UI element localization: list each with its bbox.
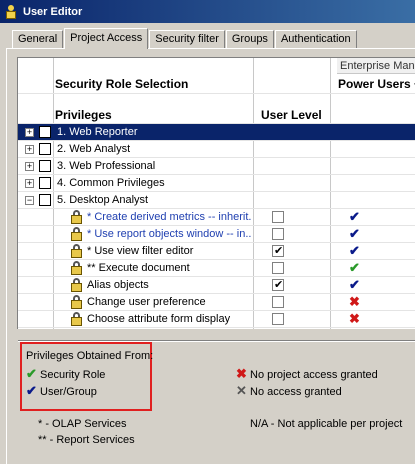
tab-strip: General Project Access Security filter G… [12,28,358,49]
blue-check-icon: ✔ [349,226,360,241]
legend-security-role-label: Security Role [40,369,106,381]
security-role-row: Security Role Selection Power Users + [18,75,415,94]
privilege-row[interactable]: * Use view filter editor ✔ [18,243,415,260]
legend-user-group: ✔ User/Group [26,383,97,399]
privilege-label: ** Execute document [87,262,190,274]
window-title: User Editor [23,5,83,18]
note-na: N/A - Not applicable per project [250,418,403,430]
tab-project-access[interactable]: Project Access [64,28,149,49]
gray-x-icon: ✕ [236,383,247,398]
power-users-column[interactable]: Power Users + [338,75,415,94]
user-level-checkbox[interactable] [272,313,284,325]
title-bar: User Editor [0,0,415,23]
privileges-grid: Enterprise Manag Security Role Selection… [17,57,415,329]
blue-check-icon: ✔ [26,383,37,398]
header-row: Privileges User Level [18,107,415,124]
privilege-category-row[interactable]: +3. Web Professional [18,158,415,175]
legend-no-project-access-label: No project access granted [250,369,378,381]
lock-icon [70,295,83,309]
legend-no-access: ✕ No access granted [236,383,342,399]
privilege-row[interactable]: * Use report objects window -- in... ✔ [18,226,415,243]
red-x-icon: ✖ [236,366,247,381]
enterprise-column-header: Enterprise Manag [337,58,415,74]
security-role-selection-label: Security Role Selection [55,77,189,91]
category-label: 5. Desktop Analyst [57,194,149,206]
privilege-label: * Use report objects window -- in... [87,228,251,240]
expand-icon[interactable]: + [25,179,34,188]
red-x-icon: ✖ [349,311,360,326]
note-olap: * - OLAP Services [38,418,127,430]
expand-icon[interactable]: + [25,162,34,171]
user-level-checkbox[interactable] [272,228,284,240]
category-checkbox[interactable] [39,143,51,155]
privilege-label: Choose attribute form display [87,313,231,325]
privilege-row[interactable]: * Create derived metrics -- inherit... ✔ [18,209,415,226]
user-level-header: User Level [261,108,322,122]
category-checkbox[interactable] [39,126,51,138]
privilege-row[interactable]: Change user preference ✖ [18,294,415,311]
expand-icon[interactable]: + [25,145,34,154]
legend-security-role: ✔ Security Role [26,366,105,382]
category-label: 1. Web Reporter [57,126,138,138]
user-level-checkbox[interactable] [272,211,284,223]
lock-icon [70,312,83,326]
privilege-label: * Use view filter editor [87,245,194,257]
privilege-row[interactable]: Alias objects ✔ [18,277,415,294]
privileges-header: Privileges [55,108,112,122]
legend-no-access-label: No access granted [250,386,342,398]
tab-groups[interactable]: Groups [225,30,274,48]
privilege-category-row[interactable]: +4. Common Privileges [18,175,415,192]
lock-icon [70,244,83,258]
tab-authentication[interactable]: Authentication [274,30,357,48]
privilege-label: Alias objects [87,279,149,291]
tab-general[interactable]: General [12,30,64,48]
blue-check-icon: ✔ [349,277,360,292]
blue-check-icon: ✔ [349,243,360,258]
lock-icon [70,261,83,275]
privilege-row[interactable]: ** Execute document ✔ [18,260,415,277]
category-label: 2. Web Analyst [57,143,131,155]
lock-icon [70,210,83,224]
legend-user-group-label: User/Group [40,386,97,398]
privilege-category-row[interactable]: +1. Web Reporter [18,124,415,141]
red-x-icon: ✖ [349,294,360,309]
blue-check-icon: ✔ [349,209,360,224]
collapse-icon[interactable]: − [25,196,34,205]
category-checkbox[interactable] [39,177,51,189]
category-checkbox[interactable] [39,160,51,172]
user-level-checkbox[interactable] [272,244,284,257]
privilege-category-row[interactable]: +2. Web Analyst [18,141,415,158]
legend-no-project-access: ✖ No project access granted [236,366,378,382]
user-level-checkbox[interactable] [272,278,284,291]
lock-icon [70,227,83,241]
category-label: 3. Web Professional [57,160,156,172]
privilege-label: Change user preference [87,296,206,308]
privilege-row[interactable]: Choose attribute form display ✖ [18,311,415,328]
lock-icon [70,278,83,292]
tab-security-filter[interactable]: Security filter [149,30,225,48]
green-check-icon: ✔ [349,260,360,275]
user-level-checkbox[interactable] [272,296,284,308]
privilege-category-row[interactable]: − 5. Desktop Analyst [18,192,415,209]
expand-icon[interactable]: + [25,128,34,137]
legend-title: Privileges Obtained From: [26,350,154,362]
category-checkbox[interactable] [39,194,51,206]
category-label: 4. Common Privileges [57,177,165,189]
privilege-label: * Create derived metrics -- inherit... [87,211,251,223]
green-check-icon: ✔ [26,366,37,381]
user-level-checkbox[interactable] [272,262,284,274]
user-icon [4,4,18,19]
note-report-services: ** - Report Services [38,434,135,446]
